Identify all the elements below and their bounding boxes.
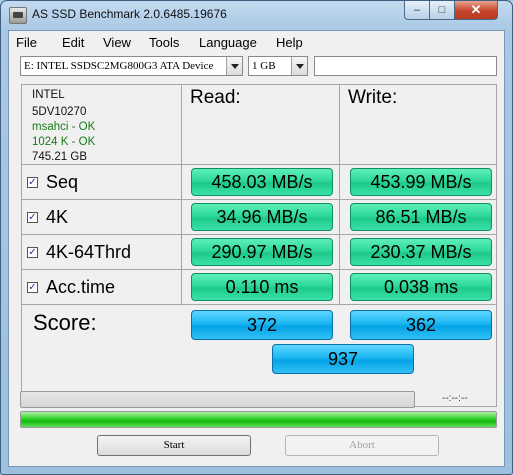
total-progress-fill: [21, 412, 496, 427]
drive-select[interactable]: E: INTEL SSDSC2MG800G3 ATA Device: [20, 56, 243, 76]
results-grid: INTEL 5DV10270 msahci - OK 1024 K - OK 7…: [21, 84, 497, 407]
size-select[interactable]: 1 GB: [248, 56, 308, 76]
test-row-4k: ✓ 4K: [21, 199, 182, 235]
test-row-seq: ✓ Seq: [21, 164, 182, 200]
drive-vendor: INTEL: [32, 89, 65, 101]
title-bar[interactable]: AS SSD Benchmark 2.0.6485.19676 – □ ✕: [1, 1, 512, 29]
test-row-4k-64thrd: ✓ 4K-64Thrd: [21, 234, 182, 270]
chevron-down-icon: [291, 57, 307, 75]
4k-64thrd-checkbox[interactable]: ✓: [27, 247, 38, 258]
maximize-button[interactable]: □: [429, 1, 455, 20]
app-icon: [9, 7, 27, 24]
alignment-status: 1024 K - OK: [32, 136, 96, 148]
seq-read-result: 458.03 MB/s: [191, 168, 333, 196]
score-write: 362: [350, 310, 492, 340]
close-button[interactable]: ✕: [454, 1, 498, 20]
total-progress-bar: [20, 411, 497, 428]
menu-edit[interactable]: Edit: [62, 35, 84, 50]
4k-read-result: 34.96 MB/s: [191, 203, 333, 231]
minimize-button[interactable]: –: [404, 1, 430, 20]
score-total: 937: [272, 344, 414, 374]
read-header: Read:: [190, 87, 241, 108]
read-header-cell: Read:: [181, 84, 340, 165]
score-read: 372: [191, 310, 333, 340]
client-area: File Edit View Tools Language Help E: IN…: [8, 30, 505, 467]
driver-status: msahci - OK: [32, 121, 96, 133]
seq-write-result: 453.99 MB/s: [350, 168, 492, 196]
acc-time-read-result: 0.110 ms: [191, 273, 333, 301]
menu-view[interactable]: View: [103, 35, 131, 50]
seq-label: Seq: [46, 172, 79, 192]
menu-language[interactable]: Language: [199, 35, 257, 50]
menu-help[interactable]: Help: [276, 35, 303, 50]
drive-firmware: 5DV10270: [32, 106, 87, 118]
abort-button[interactable]: Abort: [285, 435, 439, 456]
acc-time-write-result: 0.038 ms: [350, 273, 492, 301]
4k-checkbox[interactable]: ✓: [27, 212, 38, 223]
app-window: AS SSD Benchmark 2.0.6485.19676 – □ ✕ Fi…: [0, 0, 513, 475]
4k-64thrd-label: 4K-64Thrd: [46, 242, 132, 262]
write-header: Write:: [348, 87, 398, 108]
drive-capacity: 745.21 GB: [32, 151, 87, 163]
chevron-down-icon: [226, 57, 242, 75]
menu-bar: File Edit View Tools Language Help: [9, 31, 504, 53]
acc-time-label: Acc.time: [46, 277, 116, 297]
test-row-acc-time: ✓ Acc.time: [21, 269, 182, 305]
drive-select-value: E: INTEL SSDSC2MG800G3 ATA Device: [24, 60, 214, 72]
4k-write-result: 86.51 MB/s: [350, 203, 492, 231]
elapsed-time: --:--:--: [442, 393, 468, 404]
4k-64thrd-read-result: 290.97 MB/s: [191, 238, 333, 266]
start-button[interactable]: Start: [97, 435, 251, 456]
4k-64thrd-write-result: 230.37 MB/s: [350, 238, 492, 266]
name-input[interactable]: [314, 56, 497, 76]
seq-checkbox[interactable]: ✓: [27, 177, 38, 188]
test-progress-bar: [20, 391, 415, 408]
menu-file[interactable]: File: [16, 35, 37, 50]
4k-label: 4K: [46, 207, 69, 227]
acc-time-checkbox[interactable]: ✓: [27, 282, 38, 293]
score-label: Score:: [33, 310, 97, 335]
drive-info-panel: INTEL 5DV10270 msahci - OK 1024 K - OK 7…: [21, 84, 182, 165]
window-title: AS SSD Benchmark 2.0.6485.19676: [32, 7, 227, 21]
write-header-cell: Write:: [339, 84, 497, 165]
menu-tools[interactable]: Tools: [149, 35, 179, 50]
